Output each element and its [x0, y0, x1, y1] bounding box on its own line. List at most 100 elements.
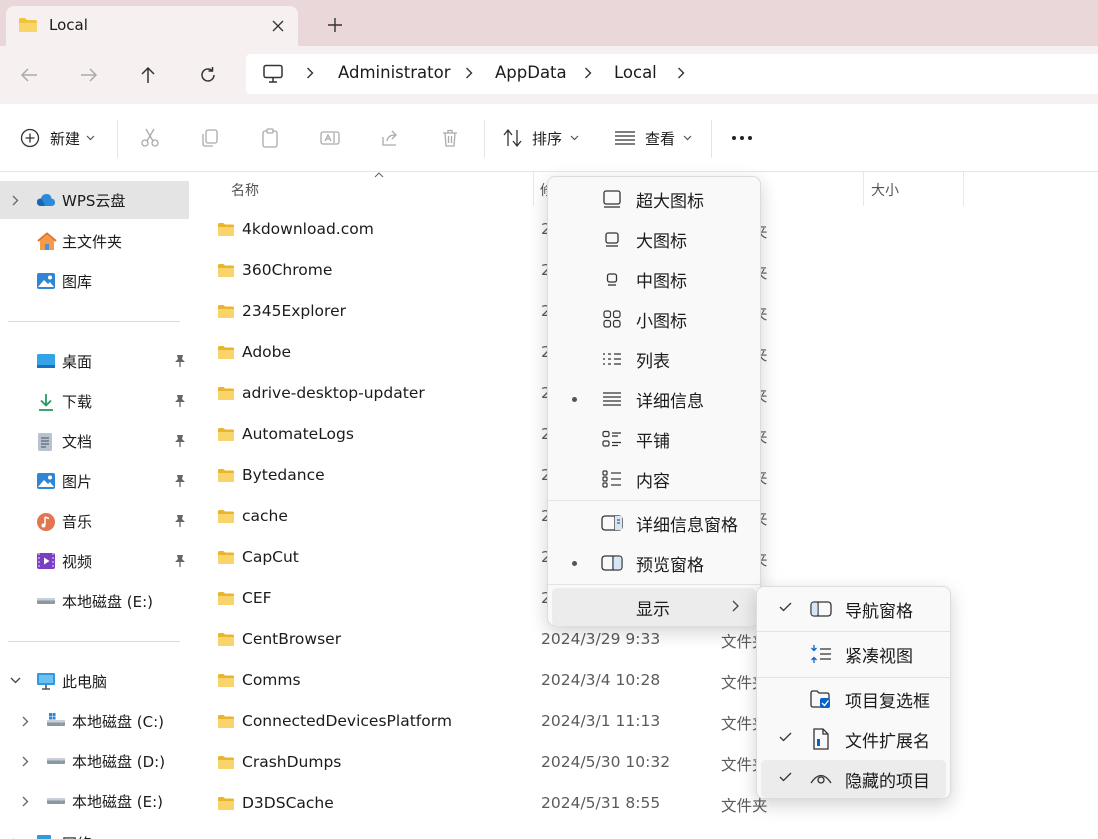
chevron-right-icon[interactable]: [465, 67, 473, 79]
selected-bullet-icon: [572, 561, 577, 566]
folder-icon: [217, 755, 235, 770]
menu-item-item-checkboxes[interactable]: 项目复选框: [761, 680, 946, 718]
sidebar-item-drive-c[interactable]: 本地磁盘 (C:): [0, 702, 190, 740]
breadcrumb-local[interactable]: Local: [614, 63, 657, 82]
breadcrumb-administrator[interactable]: Administrator: [338, 63, 450, 82]
menu-item-preview-pane[interactable]: 预览窗格: [552, 544, 756, 582]
view-button[interactable]: 查看: [614, 122, 692, 154]
folder-icon: [217, 222, 235, 237]
sidebar-item-home[interactable]: 主文件夹: [0, 222, 190, 260]
folder-icon: [217, 509, 235, 524]
chevron-right-icon[interactable]: [306, 67, 314, 79]
pin-icon[interactable]: [174, 554, 186, 568]
drive-icon: [46, 757, 66, 765]
chevron-right-icon[interactable]: [22, 716, 29, 727]
sidebar-item-pictures[interactable]: 图片: [0, 462, 190, 500]
column-header-size[interactable]: 大小: [871, 180, 899, 200]
sidebar-item-label: 本地磁盘 (E:): [62, 593, 154, 611]
menu-item-file-extensions[interactable]: 文件扩展名: [761, 720, 946, 758]
chevron-right-icon[interactable]: [22, 756, 29, 767]
content-view-icon: [600, 467, 624, 491]
file-name: 2345Explorer: [242, 302, 346, 320]
column-divider[interactable]: [533, 172, 534, 206]
menu-item-navigation-pane[interactable]: 导航窗格: [761, 590, 946, 628]
pin-icon[interactable]: [174, 434, 186, 448]
sort-button[interactable]: 排序: [502, 122, 579, 154]
sidebar-item-downloads[interactable]: 下载: [0, 382, 190, 420]
delete-icon[interactable]: [440, 122, 460, 154]
chevron-right-icon[interactable]: [584, 67, 592, 79]
sidebar-item-gallery[interactable]: 图库: [0, 262, 190, 300]
menu-item-compact-view[interactable]: 紧凑视图: [761, 635, 946, 673]
new-tab-button[interactable]: [322, 12, 348, 38]
column-divider[interactable]: [863, 172, 864, 206]
file-row[interactable]: ConnectedDevicesPlatform 2024/3/1 11:13 文件…: [191, 702, 1098, 743]
sidebar-item-music[interactable]: 音乐: [0, 502, 190, 540]
back-icon[interactable]: [14, 60, 44, 90]
rename-icon[interactable]: [320, 122, 340, 154]
menu-item-list[interactable]: 列表: [552, 340, 756, 378]
new-label: 新建: [50, 129, 81, 148]
menu-item-medium-icons[interactable]: 中图标: [552, 260, 756, 298]
cut-icon[interactable]: [140, 122, 160, 154]
drive-icon: [46, 797, 66, 805]
file-extension-icon: [809, 727, 833, 751]
copy-icon[interactable]: [200, 122, 220, 154]
sidebar-item-wps-cloud[interactable]: WPS云盘: [0, 181, 189, 219]
sidebar-item-drive-e2[interactable]: 本地磁盘 (E:): [0, 782, 190, 820]
plus-circle-icon: [20, 128, 40, 148]
column-divider[interactable]: [963, 172, 964, 206]
close-tab-icon[interactable]: [268, 16, 288, 36]
menu-item-small-icons[interactable]: 小图标: [552, 300, 756, 338]
more-options-icon[interactable]: [731, 122, 753, 154]
sidebar-item-label: 网络: [62, 833, 92, 839]
sidebar-item-drive-d[interactable]: 本地磁盘 (D:): [0, 742, 190, 780]
refresh-icon[interactable]: [193, 60, 223, 90]
menu-item-extra-large-icons[interactable]: 超大图标: [552, 180, 756, 218]
pin-icon[interactable]: [174, 514, 186, 528]
file-row[interactable]: CentBrowser 2024/3/29 9:33 文件夹: [191, 620, 1098, 661]
eye-icon: [809, 767, 833, 791]
up-icon[interactable]: [133, 60, 163, 90]
tiles-view-icon: [600, 427, 624, 451]
file-name: Bytedance: [242, 466, 325, 484]
menu-item-tiles[interactable]: 平铺: [552, 420, 756, 458]
pin-icon[interactable]: [174, 474, 186, 488]
new-button[interactable]: 新建: [20, 122, 95, 154]
forward-icon[interactable]: [74, 60, 104, 90]
file-name: CrashDumps: [242, 753, 342, 771]
chevron-right-icon[interactable]: [22, 796, 29, 807]
video-icon: [36, 552, 56, 570]
paste-icon[interactable]: [260, 122, 280, 154]
file-row[interactable]: CrashDumps 2024/5/30 10:32 文件夹: [191, 743, 1098, 784]
share-icon[interactable]: [380, 122, 400, 154]
menu-item-large-icons[interactable]: 大图标: [552, 220, 756, 258]
address-bar[interactable]: Administrator AppData Local: [246, 54, 1098, 94]
chevron-right-icon[interactable]: [677, 67, 685, 79]
menu-item-details-pane[interactable]: 详细信息窗格: [552, 504, 756, 542]
file-row[interactable]: Comms 2024/3/4 10:28 文件夹: [191, 661, 1098, 702]
pin-icon[interactable]: [174, 354, 186, 368]
sidebar-item-this-pc[interactable]: 此电脑: [0, 662, 190, 700]
breadcrumb-appdata[interactable]: AppData: [495, 63, 567, 82]
menu-item-hidden-items[interactable]: 隐藏的项目: [761, 760, 946, 798]
sidebar-item-videos[interactable]: 视频: [0, 542, 190, 580]
medium-icons-icon: [600, 267, 624, 291]
sidebar-item-label: 下载: [62, 393, 93, 411]
computer-icon[interactable]: [262, 64, 284, 84]
sidebar-item-documents[interactable]: 文档: [0, 422, 190, 460]
pin-icon[interactable]: [174, 394, 186, 408]
sidebar-item-drive-e[interactable]: 本地磁盘 (E:): [0, 582, 190, 620]
menu-item-show[interactable]: 显示: [552, 588, 756, 626]
column-header-name[interactable]: 名称: [231, 180, 259, 200]
chevron-down-icon[interactable]: [10, 677, 21, 684]
file-row[interactable]: D3DSCache 2024/5/31 8:55 文件夹: [191, 784, 1098, 825]
sidebar-item-desktop[interactable]: 桌面: [0, 342, 190, 380]
menu-item-content[interactable]: 内容: [552, 460, 756, 498]
file-name: cache: [242, 507, 288, 525]
chevron-right-icon[interactable]: [12, 195, 19, 206]
tab-local[interactable]: Local: [6, 6, 298, 46]
sidebar-item-network[interactable]: 网络: [0, 824, 190, 839]
sidebar-item-label: 图片: [62, 473, 93, 491]
menu-item-details[interactable]: 详细信息: [552, 380, 756, 418]
